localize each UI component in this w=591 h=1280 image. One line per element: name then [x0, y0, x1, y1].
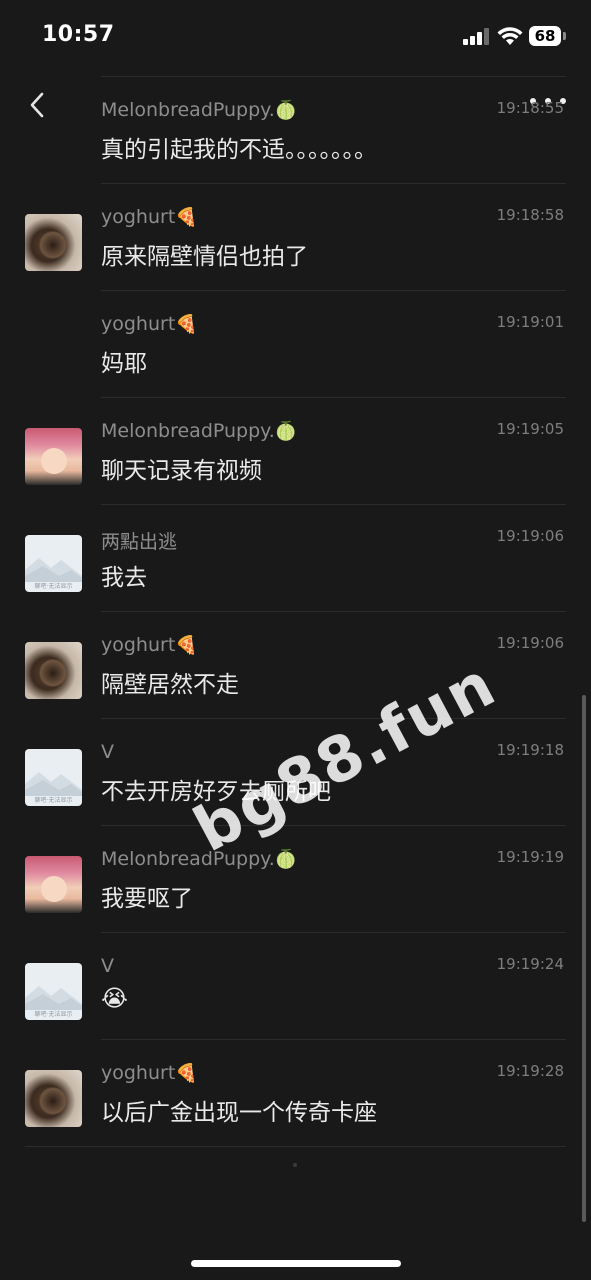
avatar[interactable]: [25, 856, 82, 913]
message-text[interactable]: 聊天记录有视频: [101, 451, 262, 485]
message-text[interactable]: 😭: [101, 986, 128, 1012]
message-item[interactable]: yoghurt🍕 19:18:58 原来隔壁情侣也拍了: [0, 184, 591, 291]
sender-emoji: 🍕: [175, 314, 198, 335]
sender-name[interactable]: V: [101, 741, 114, 763]
divider: [25, 1146, 566, 1147]
avatar-caption: 聊吧·无法显示: [34, 583, 73, 590]
sender-name[interactable]: 两點出逃: [101, 527, 177, 554]
avatar[interactable]: 聊吧·无法显示: [25, 963, 82, 1020]
sender-name-text: yoghurt: [101, 313, 176, 335]
sender-name-text: 两點出逃: [101, 531, 178, 553]
clock: 10:57: [42, 22, 115, 47]
sender-emoji: 🍈: [274, 421, 298, 442]
sender-name[interactable]: yoghurt🍕: [101, 1062, 198, 1084]
sender-emoji: 🍕: [175, 207, 198, 228]
sender-name[interactable]: yoghurt🍕: [101, 313, 198, 335]
message-item[interactable]: 聊吧·无法显示 两點出逃 19:19:06 我去: [0, 505, 591, 612]
message-time: 19:19:19: [496, 848, 564, 866]
message-time: 19:18:58: [496, 206, 564, 224]
message-text[interactable]: 隔壁居然不走: [101, 665, 239, 699]
message-item[interactable]: yoghurt🍕 19:19:01 妈耶: [0, 291, 591, 398]
message-time: 19:19:18: [496, 741, 564, 759]
sender-name-text: MelonbreadPuppy.: [101, 99, 275, 121]
message-time: 19:19:28: [496, 1062, 564, 1080]
message-text[interactable]: 原来隔壁情侣也拍了: [101, 237, 308, 271]
message-list[interactable]: MelonbreadPuppy.🍈 19:18:55 真的引起我的不适。。。。。。。…: [0, 77, 591, 1147]
home-indicator[interactable]: [191, 1260, 401, 1267]
list-end-dot: [293, 1163, 297, 1167]
scrollbar[interactable]: [582, 695, 586, 1222]
avatar[interactable]: [25, 642, 82, 699]
message-item[interactable]: yoghurt🍕 19:19:28 以后广金出现一个传奇卡座: [0, 1040, 591, 1147]
message-text[interactable]: 以后广金出现一个传奇卡座: [101, 1093, 377, 1127]
avatar[interactable]: [25, 214, 82, 271]
message-time: 19:19:01: [496, 313, 564, 331]
sender-name[interactable]: V: [101, 955, 114, 977]
avatar[interactable]: 聊吧·无法显示: [25, 535, 82, 592]
sender-name[interactable]: MelonbreadPuppy.🍈: [101, 99, 297, 121]
message-time: 19:19:06: [496, 527, 564, 545]
message-item[interactable]: 聊吧·无法显示 V 19:19:24 😭: [0, 933, 591, 1040]
sender-emoji: 🍈: [274, 849, 298, 870]
sender-name[interactable]: yoghurt🍕: [101, 206, 198, 228]
avatar[interactable]: [25, 1070, 82, 1127]
message-item[interactable]: MelonbreadPuppy.🍈 19:18:55 真的引起我的不适。。。。。。。: [0, 77, 591, 184]
wifi-icon: [497, 27, 523, 45]
sender-name[interactable]: MelonbreadPuppy.🍈: [101, 848, 297, 870]
avatar[interactable]: [25, 428, 82, 485]
message-text[interactable]: 妈耶: [101, 344, 147, 378]
sender-name-text: yoghurt: [101, 1062, 176, 1084]
message-time: 19:19:24: [496, 955, 564, 973]
sender-name-text: V: [101, 741, 114, 763]
message-text[interactable]: 我去: [101, 558, 147, 592]
sender-name-text: MelonbreadPuppy.: [101, 848, 275, 870]
message-item[interactable]: MelonbreadPuppy.🍈 19:19:19 我要呕了: [0, 826, 591, 933]
avatar-caption: 聊吧·无法显示: [34, 797, 73, 804]
message-text[interactable]: 真的引起我的不适。。。。。。。: [101, 130, 377, 164]
message-text[interactable]: 我要呕了: [101, 879, 193, 913]
sender-name[interactable]: yoghurt🍕: [101, 634, 198, 656]
sender-emoji: 🍈: [274, 100, 298, 121]
message-time: 19:18:55: [496, 99, 564, 117]
sender-name-text: yoghurt: [101, 206, 176, 228]
message-item[interactable]: MelonbreadPuppy.🍈 19:19:05 聊天记录有视频: [0, 398, 591, 505]
sender-name-text: yoghurt: [101, 634, 176, 656]
battery-level: 68: [529, 26, 561, 46]
sender-name[interactable]: MelonbreadPuppy.🍈: [101, 420, 297, 442]
sender-name-text: MelonbreadPuppy.: [101, 420, 275, 442]
battery-tip: [563, 32, 566, 40]
message-time: 19:19:06: [496, 634, 564, 652]
sender-name-text: V: [101, 955, 114, 977]
status-bar: 10:57 68: [0, 0, 591, 72]
avatar-caption: 聊吧·无法显示: [34, 1011, 73, 1018]
sender-emoji: 🍕: [175, 1063, 198, 1084]
message-time: 19:19:05: [496, 420, 564, 438]
sender-emoji: 🍕: [175, 635, 198, 656]
cellular-signal-icon: [463, 28, 489, 45]
avatar[interactable]: 聊吧·无法显示: [25, 749, 82, 806]
